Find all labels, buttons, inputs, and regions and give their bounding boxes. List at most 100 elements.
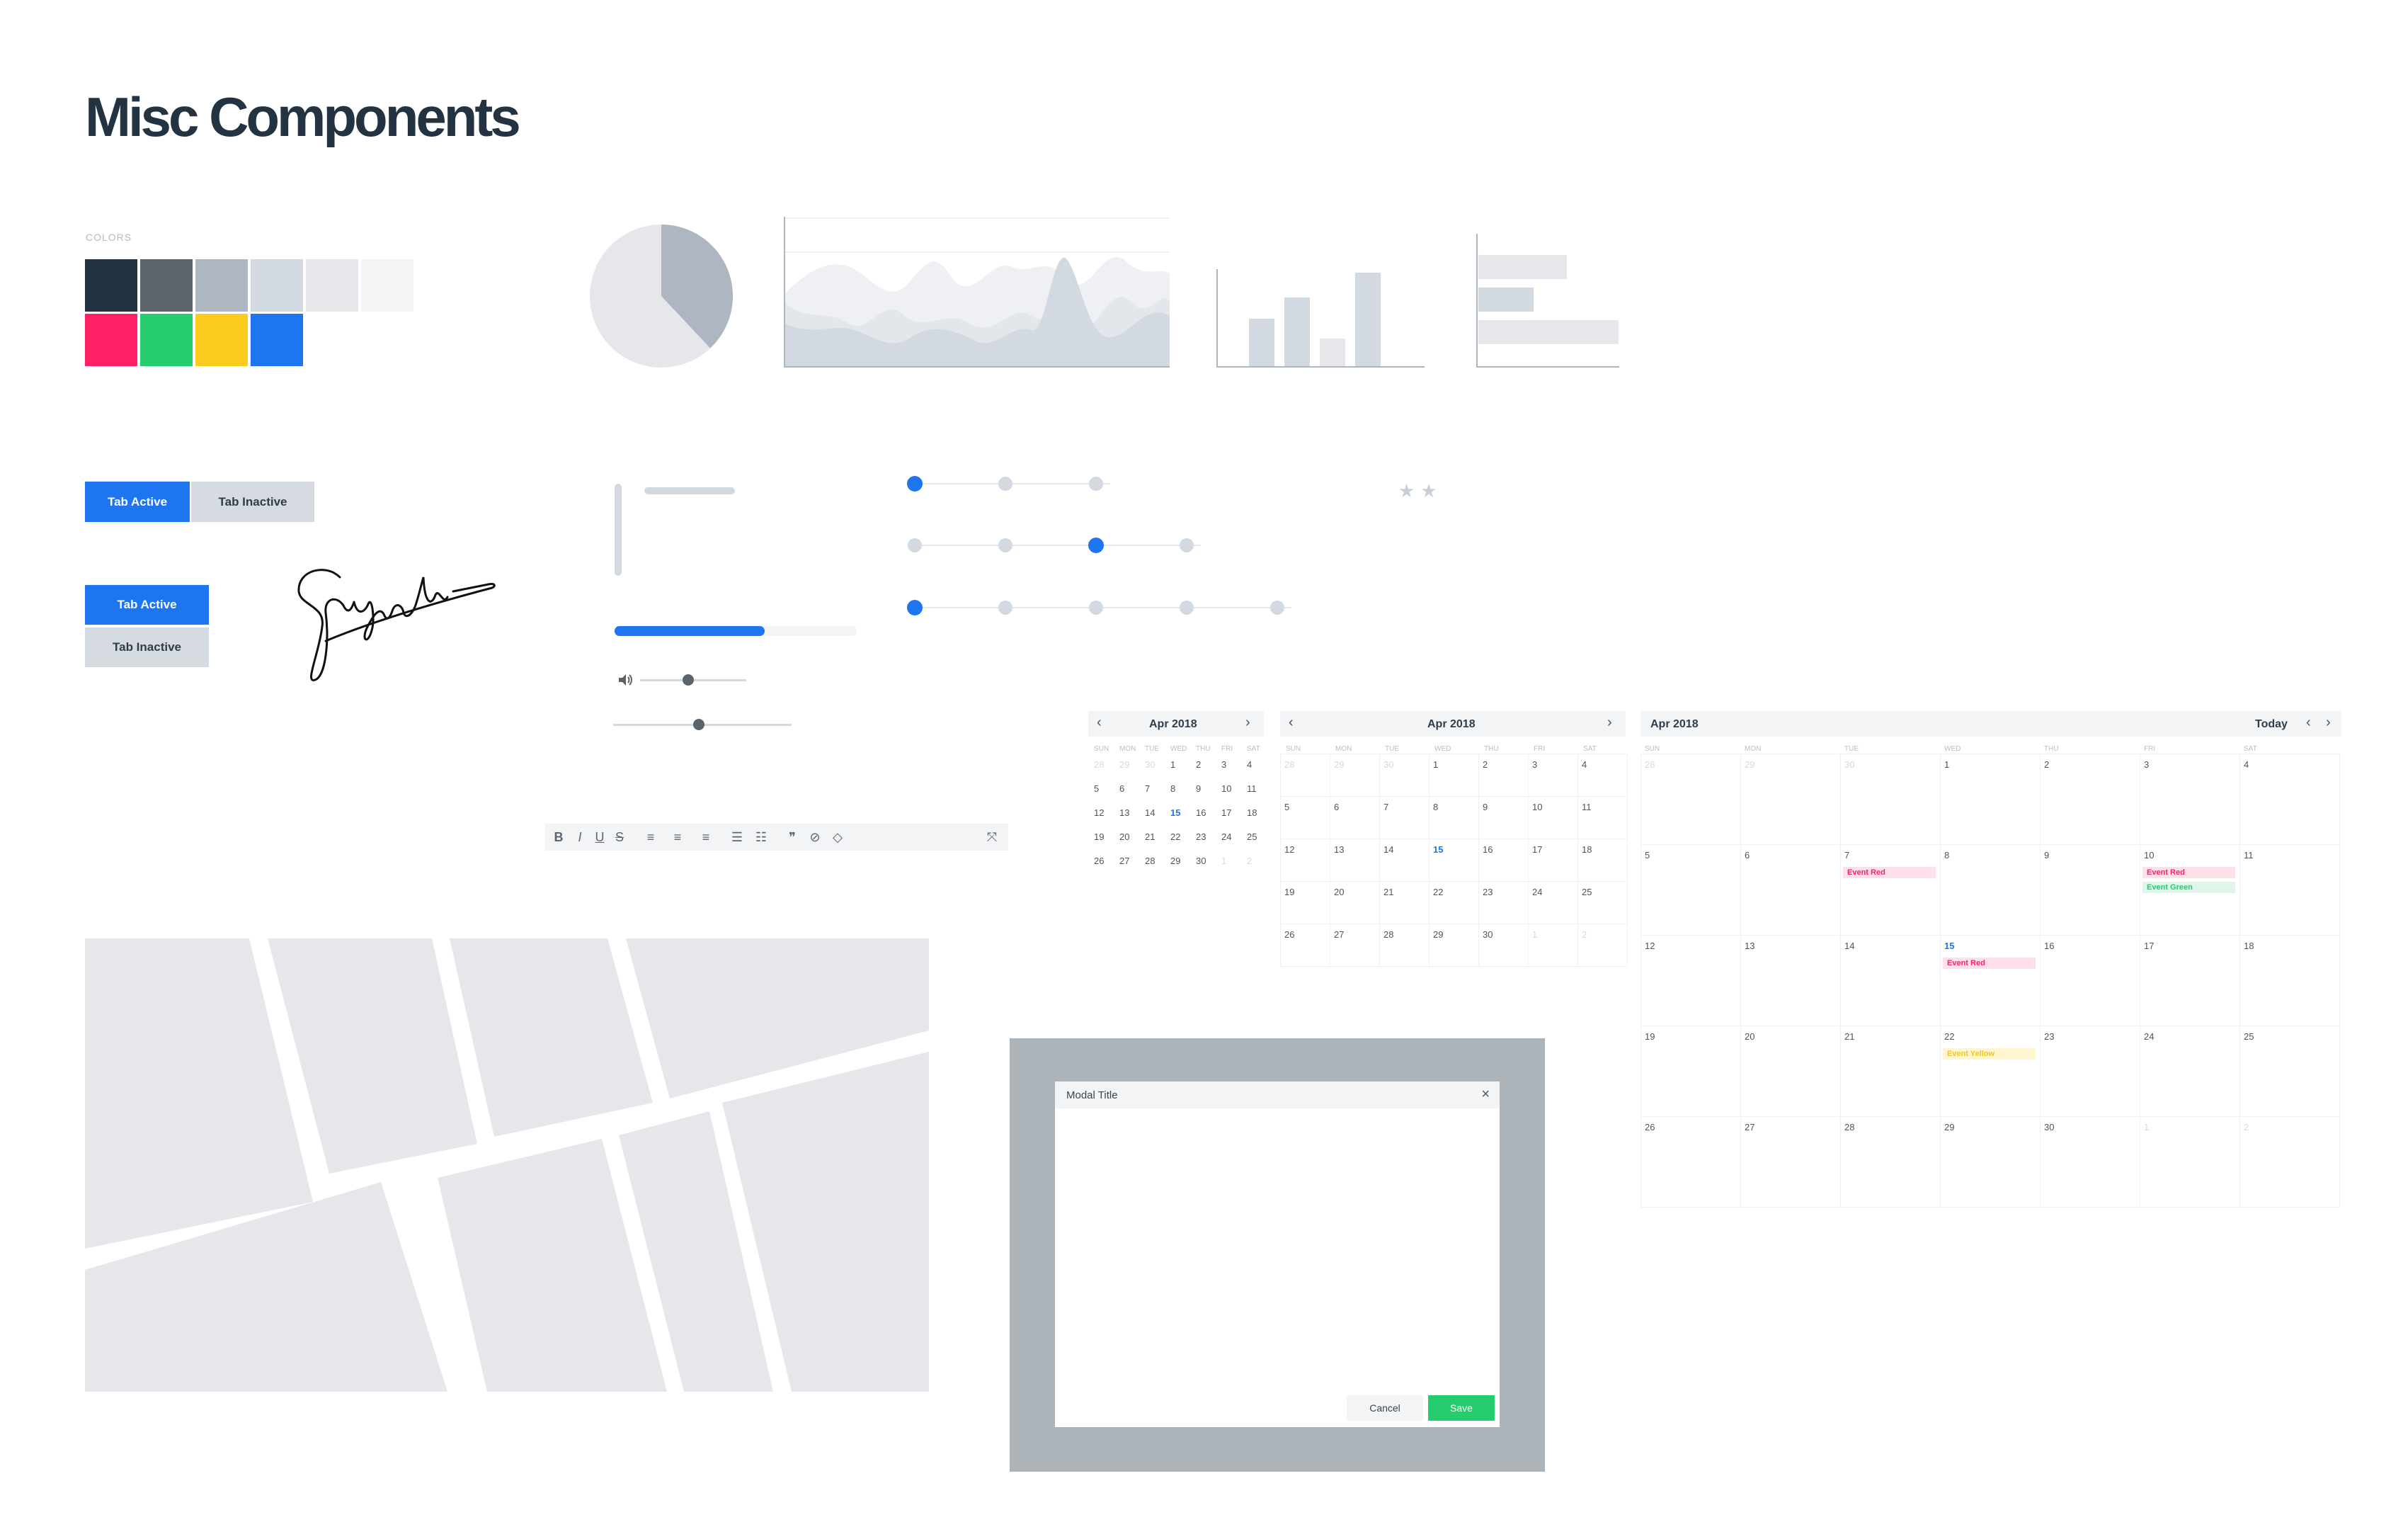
stepper-dot-active[interactable] bbox=[907, 476, 923, 492]
calendar-day[interactable]: 12 bbox=[1645, 941, 1655, 951]
calendar-event[interactable]: Event Red bbox=[2142, 867, 2235, 878]
calendar-day[interactable]: 2 bbox=[1483, 759, 1488, 770]
calendar-day[interactable]: 1 bbox=[1433, 759, 1438, 770]
tab-inactive-horizontal[interactable]: Tab Inactive bbox=[191, 482, 314, 522]
tab-inactive-vertical[interactable]: Tab Inactive bbox=[85, 627, 209, 667]
calendar-day[interactable]: 13 bbox=[1119, 807, 1129, 818]
calendar-day[interactable]: 30 bbox=[1483, 929, 1493, 940]
stepper-dot[interactable] bbox=[1180, 601, 1194, 615]
calendar-day[interactable]: 6 bbox=[1745, 850, 1750, 861]
calendar-day[interactable]: 2 bbox=[1196, 759, 1201, 770]
calendar-day[interactable]: 28 bbox=[1284, 759, 1294, 770]
calendar-day[interactable]: 20 bbox=[1119, 831, 1129, 842]
calendar-day[interactable]: 6 bbox=[1119, 783, 1124, 794]
calendar-event[interactable]: Event Yellow bbox=[1943, 1048, 2036, 1060]
save-button[interactable]: Save bbox=[1428, 1395, 1495, 1421]
calendar-day[interactable]: 20 bbox=[1745, 1031, 1754, 1042]
stepper-dot[interactable] bbox=[1180, 538, 1194, 552]
volume-icon[interactable] bbox=[617, 672, 633, 688]
calendar-day[interactable]: 30 bbox=[2044, 1122, 2054, 1132]
calendar-day[interactable]: 15 bbox=[1944, 941, 1954, 951]
calendar-day[interactable]: 10 bbox=[2144, 850, 2154, 861]
tab-active-vertical[interactable]: Tab Active bbox=[85, 585, 209, 625]
calendar-day[interactable]: 4 bbox=[1247, 759, 1252, 770]
stepper-dot-active[interactable] bbox=[1088, 538, 1104, 553]
calendar-day[interactable]: 17 bbox=[2144, 941, 2154, 951]
calendar-day[interactable]: 23 bbox=[1196, 831, 1206, 842]
cancel-button[interactable]: Cancel bbox=[1347, 1395, 1423, 1421]
align-center-icon[interactable]: ≡ bbox=[667, 824, 688, 851]
stepper-dot[interactable] bbox=[1089, 477, 1103, 491]
calendar-day[interactable]: 16 bbox=[1483, 844, 1493, 855]
calendar-day[interactable]: 5 bbox=[1094, 783, 1099, 794]
calendar-day[interactable]: 27 bbox=[1119, 856, 1129, 866]
stepper-dot[interactable] bbox=[908, 538, 922, 552]
calendar-day[interactable]: 30 bbox=[1196, 856, 1206, 866]
calendar-day[interactable]: 29 bbox=[1433, 929, 1443, 940]
calendar-day[interactable]: 29 bbox=[1944, 1122, 1954, 1132]
quote-icon[interactable]: ❞ bbox=[782, 824, 803, 851]
today-button[interactable]: Today bbox=[2255, 718, 2288, 731]
calendar-day[interactable]: 13 bbox=[1745, 941, 1754, 951]
chevron-right-icon[interactable]: › bbox=[1245, 715, 1250, 729]
calendar-day[interactable]: 26 bbox=[1284, 929, 1294, 940]
calendar-day[interactable]: 10 bbox=[1221, 783, 1231, 794]
calendar-day[interactable]: 22 bbox=[1944, 1031, 1954, 1042]
calendar-day[interactable]: 22 bbox=[1433, 887, 1443, 897]
calendar-day[interactable]: 18 bbox=[2244, 941, 2254, 951]
calendar-day[interactable]: 29 bbox=[1745, 759, 1754, 770]
calendar-day[interactable]: 29 bbox=[1170, 856, 1180, 866]
calendar-day[interactable]: 12 bbox=[1284, 844, 1294, 855]
link-icon[interactable]: ⊘ bbox=[804, 824, 826, 851]
align-right-icon[interactable]: ≡ bbox=[695, 824, 717, 851]
star-icon[interactable]: ★ bbox=[1398, 480, 1420, 501]
calendar-day[interactable]: 13 bbox=[1334, 844, 1344, 855]
calendar-day[interactable]: 2 bbox=[1247, 856, 1252, 866]
calendar-day[interactable]: 19 bbox=[1284, 887, 1294, 897]
calendar-day[interactable]: 29 bbox=[1119, 759, 1129, 770]
stepper-dot[interactable] bbox=[1089, 601, 1103, 615]
stepper-dot-active[interactable] bbox=[907, 600, 923, 615]
calendar-event[interactable]: Event Red bbox=[1843, 867, 1936, 878]
calendar-day[interactable]: 3 bbox=[1221, 759, 1226, 770]
stepper-dot[interactable] bbox=[1270, 601, 1284, 615]
close-icon[interactable]: × bbox=[1481, 1086, 1490, 1103]
calendar-event[interactable]: Event Red bbox=[1943, 958, 2036, 969]
calendar-day[interactable]: 2 bbox=[1582, 929, 1587, 940]
calendar-day[interactable]: 21 bbox=[1383, 887, 1393, 897]
calendar-day[interactable]: 5 bbox=[1284, 802, 1289, 812]
calendar-day[interactable]: 26 bbox=[1094, 856, 1104, 866]
calendar-day[interactable]: 23 bbox=[1483, 887, 1493, 897]
underline-icon[interactable]: U bbox=[589, 824, 610, 851]
align-left-icon[interactable]: ≡ bbox=[640, 824, 661, 851]
calendar-day[interactable]: 10 bbox=[1532, 802, 1542, 812]
calendar-day[interactable]: 7 bbox=[1145, 783, 1150, 794]
star-icon[interactable]: ★ bbox=[1420, 480, 1442, 501]
calendar-day[interactable]: 8 bbox=[1170, 783, 1175, 794]
calendar-day[interactable]: 16 bbox=[1196, 807, 1206, 818]
calendar-day[interactable]: 6 bbox=[1334, 802, 1339, 812]
slider-knob[interactable] bbox=[692, 719, 704, 730]
calendar-day[interactable]: 1 bbox=[1532, 929, 1537, 940]
calendar-day[interactable]: 27 bbox=[1334, 929, 1344, 940]
calendar-day[interactable]: 3 bbox=[2144, 759, 2149, 770]
chevron-right-icon[interactable]: › bbox=[2326, 715, 2331, 729]
calendar-day[interactable]: 28 bbox=[1145, 856, 1155, 866]
calendar-day[interactable]: 28 bbox=[1645, 759, 1655, 770]
calendar-day[interactable]: 23 bbox=[2044, 1031, 2054, 1042]
calendar-day[interactable]: 24 bbox=[1221, 831, 1231, 842]
volume-knob[interactable] bbox=[682, 674, 694, 686]
calendar-day[interactable]: 27 bbox=[1745, 1122, 1754, 1132]
calendar-day[interactable]: 24 bbox=[2144, 1031, 2154, 1042]
calendar-day[interactable]: 1 bbox=[1221, 856, 1226, 866]
code-icon[interactable]: ◇ bbox=[827, 824, 848, 851]
calendar-day[interactable]: 1 bbox=[1170, 759, 1175, 770]
calendar-day[interactable]: 14 bbox=[1844, 941, 1854, 951]
calendar-day[interactable]: 7 bbox=[1383, 802, 1388, 812]
calendar-day[interactable]: 28 bbox=[1383, 929, 1393, 940]
calendar-day[interactable]: 11 bbox=[1247, 783, 1257, 794]
bold-icon[interactable]: B bbox=[548, 824, 569, 851]
calendar-day[interactable]: 5 bbox=[1645, 850, 1650, 861]
calendar-day[interactable]: 7 bbox=[1844, 850, 1849, 861]
calendar-day[interactable]: 18 bbox=[1247, 807, 1257, 818]
